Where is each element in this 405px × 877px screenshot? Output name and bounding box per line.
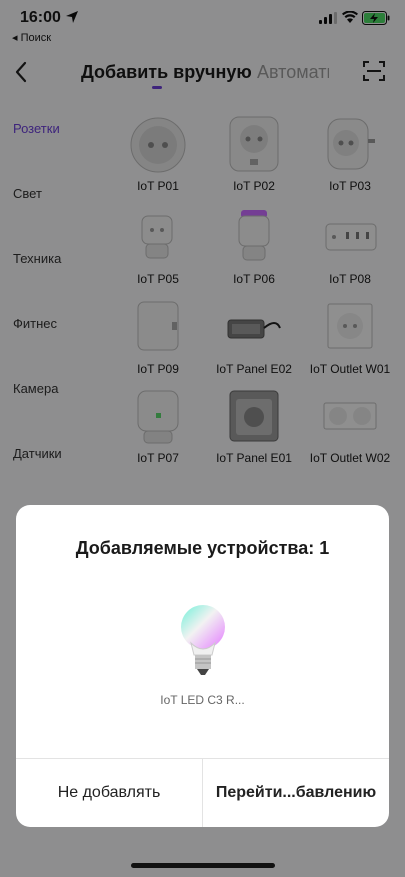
pending-device-name: IoT LED C3 R...: [160, 693, 245, 707]
skip-button[interactable]: Не добавлять: [16, 759, 202, 827]
dialog-title: Добавляемые устройства: 1: [75, 538, 330, 558]
go-to-adding-button[interactable]: Перейти...бавлению: [203, 759, 389, 827]
rgb-bulb-icon: [181, 605, 225, 675]
home-indicator[interactable]: [131, 863, 275, 868]
add-devices-dialog: Добавляемые устройства: 1 IoT LED C3 R..…: [16, 505, 389, 827]
